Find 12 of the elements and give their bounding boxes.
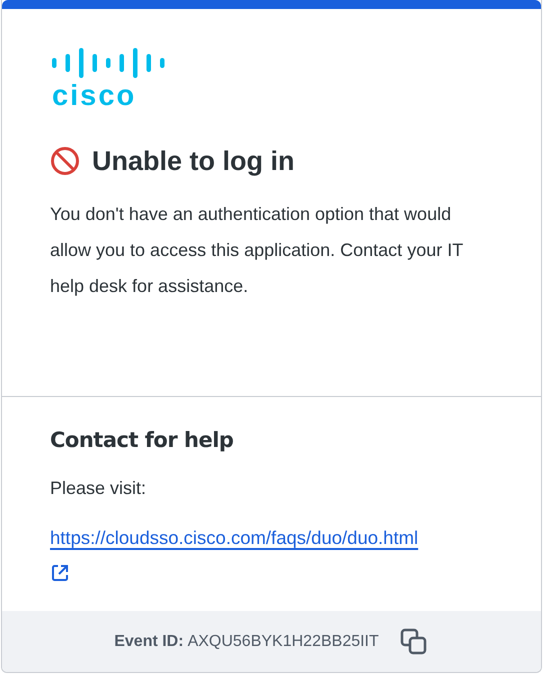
external-link-icon[interactable] — [50, 563, 70, 584]
help-link[interactable]: https://cloudsso.cisco.com/faqs/duo/duo.html — [50, 524, 418, 552]
copy-icon[interactable] — [398, 626, 429, 656]
help-heading: Contact for help — [50, 427, 234, 454]
help-intro: Please visit: — [50, 476, 148, 500]
error-title: Unable to log in — [92, 145, 294, 178]
logo-wordmark: cisco — [52, 81, 136, 111]
error-message: You don't have an authentication option that would allow you to access this application. Contact your IT help desk for assistance. — [50, 202, 464, 298]
event-id-label: Event ID: — [114, 632, 184, 652]
logo-bars-icon — [50, 47, 165, 79]
prohibited-icon — [50, 146, 80, 176]
event-id-value: AXQU56BYK1H22BB25IIT — [188, 632, 379, 652]
